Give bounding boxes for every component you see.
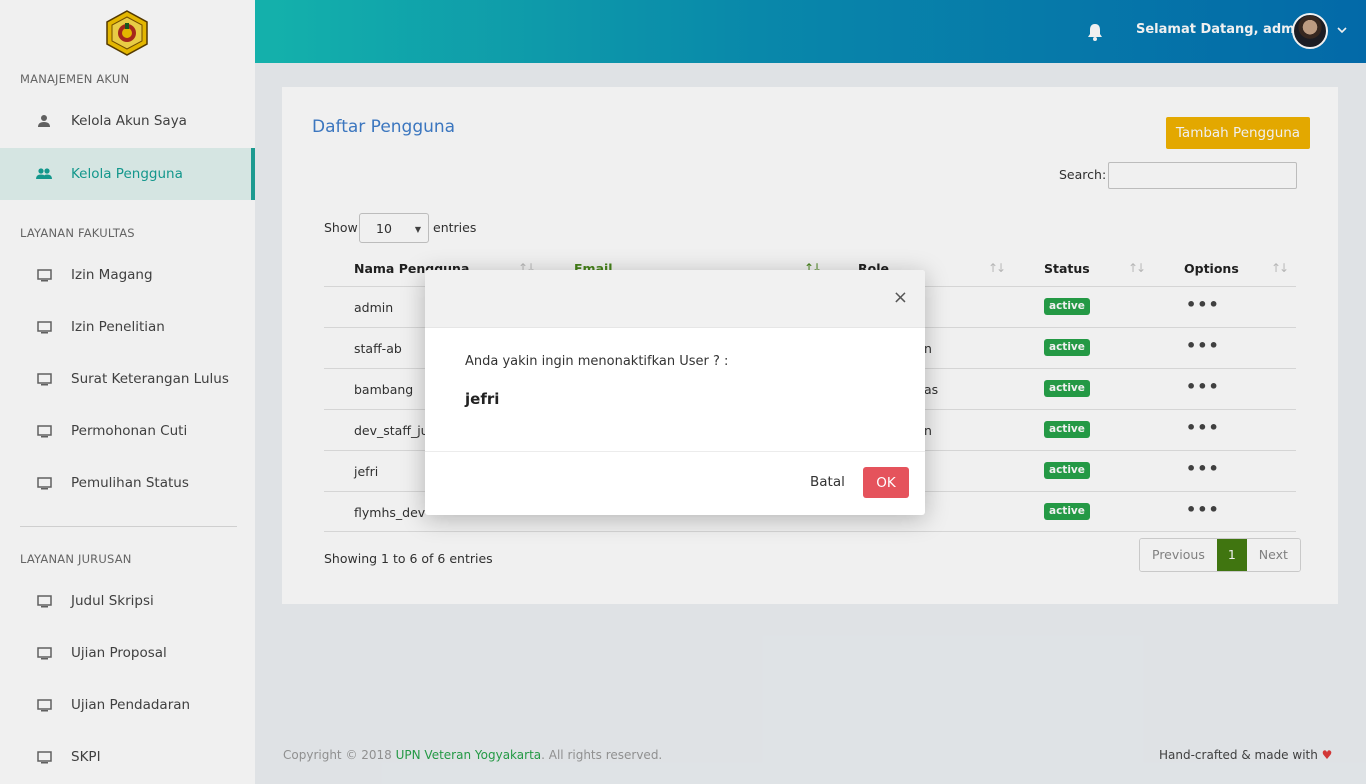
deactivate-user-dialog: × Anda yakin ingin menonaktifkan User ? … — [425, 270, 925, 515]
modal-header: × — [425, 270, 925, 328]
modal-user-name: jefri — [465, 390, 500, 408]
modal-message: Anda yakin ingin menonaktifkan User ? : — [465, 354, 729, 369]
cancel-button[interactable]: Batal — [810, 474, 845, 490]
ok-button[interactable]: OK — [863, 467, 909, 498]
modal-divider — [425, 451, 925, 452]
close-icon[interactable]: × — [893, 289, 908, 307]
